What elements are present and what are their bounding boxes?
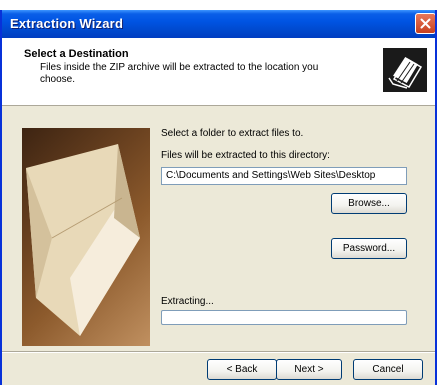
next-button[interactable]: Next > — [276, 359, 342, 380]
cancel-button[interactable]: Cancel — [353, 359, 423, 380]
close-icon — [420, 18, 431, 29]
header-subtitle: Files inside the ZIP archive will be ext… — [40, 62, 319, 85]
window-title: Extraction Wizard — [10, 16, 124, 31]
path-label: Files will be extracted to this director… — [161, 150, 330, 161]
footer-divider — [2, 351, 435, 353]
zip-folder-icon — [383, 48, 427, 92]
extraction-progress-bar — [161, 310, 407, 325]
wizard-side-image — [22, 128, 150, 346]
header-title: Select a Destination — [24, 48, 129, 60]
destination-path-field[interactable]: C:\Documents and Settings\Web Sites\Desk… — [161, 167, 407, 185]
back-button[interactable]: < Back — [207, 359, 277, 380]
close-button[interactable] — [415, 13, 435, 34]
browse-button[interactable]: Browse... — [331, 193, 407, 214]
title-bar[interactable]: Extraction Wizard — [2, 10, 435, 38]
extracting-label: Extracting... — [161, 296, 214, 307]
wizard-header: Select a Destination Files inside the ZI… — [2, 38, 435, 106]
extraction-wizard-window: Extraction Wizard Select a Destination F… — [0, 10, 437, 385]
folded-paper-image — [26, 144, 140, 336]
password-button[interactable]: Password... — [331, 238, 407, 259]
instruction-text: Select a folder to extract files to. — [161, 128, 304, 139]
